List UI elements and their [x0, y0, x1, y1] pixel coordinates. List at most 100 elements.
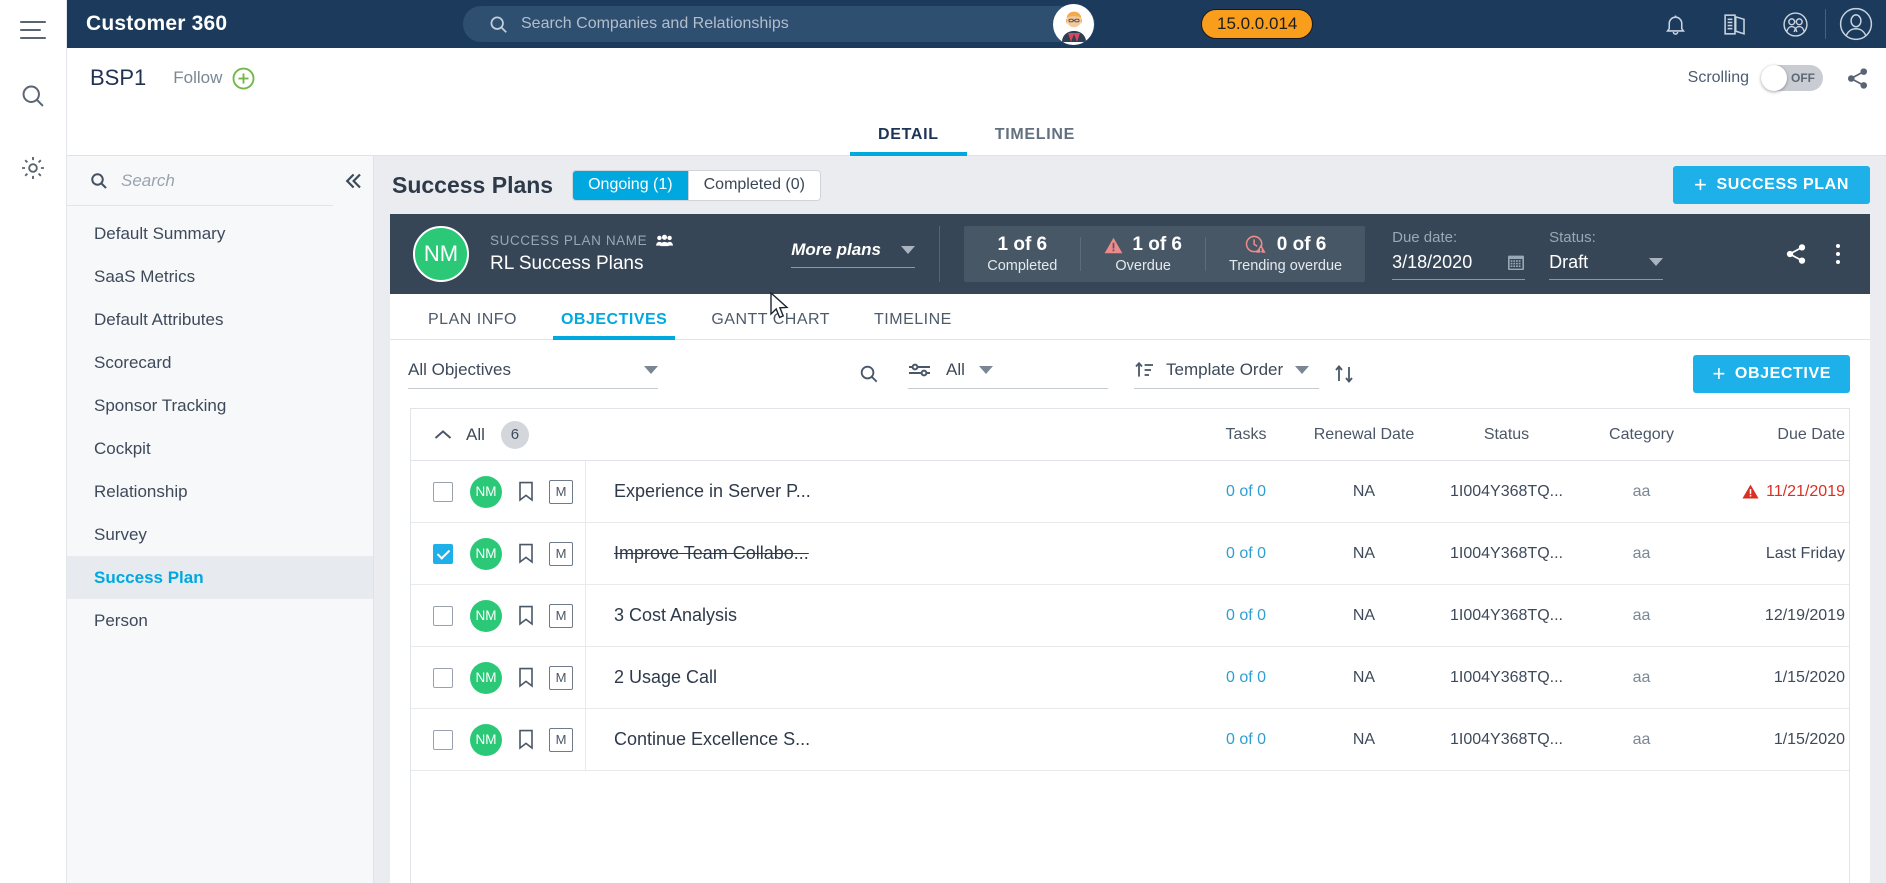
search-input[interactable]	[121, 170, 291, 191]
plan-name-block: SUCCESS PLAN NAME RL Success Plans	[490, 233, 674, 275]
sidebar-item-cockpit[interactable]: Cockpit	[67, 427, 373, 470]
sidebar-item-scorecard[interactable]: Scorecard	[67, 341, 373, 384]
column-header-tasks: Tasks	[1225, 425, 1267, 443]
row-avatar: NM	[470, 723, 502, 756]
row-checkbox[interactable]	[433, 481, 453, 502]
milestone-badge[interactable]: M	[549, 479, 573, 504]
table-row[interactable]: NM M 3 Cost Analysis 0 of 0 NA 1I004Y368…	[411, 584, 1849, 647]
table-row[interactable]: NM M Improve Team Collabo... 0 of 0 NA 1…	[411, 522, 1849, 585]
sidebar-item-success-plan[interactable]: Success Plan	[67, 556, 373, 599]
chevron-up-icon	[433, 428, 453, 442]
due-date-field[interactable]: 3/18/2020	[1392, 251, 1526, 280]
follow-label[interactable]: Follow	[173, 68, 222, 88]
notifications-button[interactable]	[1645, 12, 1705, 37]
plus-icon: +	[1693, 172, 1708, 197]
global-search-box[interactable]: Search Companies and Relationships	[463, 6, 1095, 42]
objective-name: Continue Excellence S...	[614, 729, 811, 749]
plus-circle-icon	[232, 67, 255, 89]
table-row[interactable]: NM M Continue Excellence S... 0 of 0 NA …	[411, 708, 1849, 771]
follow-add-button[interactable]	[231, 66, 256, 91]
objectives-filter-dropdown[interactable]: All	[908, 360, 1108, 389]
bookmark-icon[interactable]	[518, 481, 534, 502]
dot-icon	[1836, 260, 1840, 264]
objectives-scope-dropdown[interactable]: All Objectives	[408, 360, 658, 389]
bookmark-icon[interactable]	[518, 667, 534, 688]
icon-rail	[0, 0, 67, 883]
warning-triangle-icon	[1104, 237, 1123, 254]
rail-search-button[interactable]	[0, 60, 67, 132]
row-checkbox[interactable]	[433, 667, 453, 688]
cell-tasks[interactable]: 0 of 0	[1198, 607, 1294, 625]
add-objective-button[interactable]: + OBJECTIVE	[1693, 355, 1850, 393]
status-dropdown[interactable]: Draft	[1549, 252, 1664, 280]
tab-detail[interactable]: DETAIL	[849, 126, 967, 156]
objectives-sort-dropdown[interactable]: Template Order	[1134, 360, 1319, 389]
bookmark-icon[interactable]	[518, 605, 534, 626]
sidebar-item-default-attributes[interactable]: Default Attributes	[67, 298, 373, 341]
user-avatar-icon	[1839, 7, 1873, 41]
table-row[interactable]: NM M 2 Usage Call 0 of 0 NA 1I004Y368TQ.…	[411, 646, 1849, 709]
cell-due-date-value: 1/15/2020	[1773, 668, 1845, 686]
segment-ongoing[interactable]: Ongoing (1)	[573, 170, 688, 200]
milestone-badge[interactable]: M	[549, 603, 573, 628]
sidebar-item-saas-metrics[interactable]: SaaS Metrics	[67, 255, 373, 298]
tab-plan-info[interactable]: PLAN INFO	[406, 311, 539, 339]
sidebar-item-sponsor-tracking[interactable]: Sponsor Tracking	[67, 384, 373, 427]
cell-tasks[interactable]: 0 of 0	[1198, 545, 1294, 563]
cell-due-date-value: 12/19/2019	[1764, 606, 1845, 624]
milestone-badge[interactable]: M	[549, 727, 573, 752]
tab-timeline[interactable]: TIMELINE	[967, 126, 1103, 155]
menu-toggle-button[interactable]	[0, 0, 67, 60]
cell-due-date: Last Friday	[1704, 545, 1849, 563]
add-success-plan-button[interactable]: + SUCCESS PLAN	[1672, 166, 1870, 204]
segment-completed[interactable]: Completed (0)	[687, 170, 820, 200]
section-nav-items: Default Summary SaaS Metrics Default Att…	[67, 206, 373, 642]
share-button[interactable]	[1845, 66, 1870, 91]
cell-tasks[interactable]: 0 of 0	[1198, 669, 1294, 687]
collapse-sidebar-button[interactable]	[333, 156, 373, 206]
row-checkbox[interactable]	[433, 729, 453, 750]
share-plan-button[interactable]	[1770, 242, 1822, 266]
rail-settings-button[interactable]	[0, 132, 67, 204]
chevron-down-icon	[1295, 365, 1310, 374]
bookmark-icon[interactable]	[518, 543, 534, 564]
sidebar-item-survey[interactable]: Survey	[67, 513, 373, 556]
row-checkbox[interactable]	[433, 605, 453, 626]
sidebar-item-relationship[interactable]: Relationship	[67, 470, 373, 513]
clock-warning-icon	[1245, 235, 1268, 255]
bookmark-icon[interactable]	[518, 729, 534, 750]
objective-name: Experience in Server P...	[614, 481, 811, 501]
plan-more-options-button[interactable]	[1822, 244, 1854, 264]
tab-gantt-chart[interactable]: GANTT CHART	[689, 311, 852, 339]
group-toggle[interactable]: All 6	[411, 420, 586, 449]
tab-objectives[interactable]: OBJECTIVES	[539, 311, 689, 340]
sidebar-item-person[interactable]: Person	[67, 599, 373, 642]
avatar[interactable]	[1053, 3, 1094, 45]
objectives-scope-value: All Objectives	[408, 359, 511, 379]
cell-renewal-date: NA	[1352, 544, 1376, 562]
milestone-badge[interactable]: M	[549, 541, 573, 566]
milestone-badge[interactable]: M	[549, 665, 573, 690]
sort-direction-button[interactable]	[1333, 363, 1355, 385]
sidebar-item-default-summary[interactable]: Default Summary	[67, 212, 373, 255]
more-plans-dropdown[interactable]: More plans	[791, 240, 916, 268]
app-title: Customer 360	[86, 12, 228, 35]
table-row[interactable]: NM M Experience in Server P... 0 of 0 NA…	[411, 460, 1849, 523]
stat-overdue-label: Overdue	[1115, 258, 1171, 274]
row-checkbox[interactable]	[433, 543, 453, 564]
community-button[interactable]	[1765, 11, 1825, 38]
app-root: Customer 360 Search Companies and Relati…	[0, 0, 1886, 883]
cell-tasks[interactable]: 0 of 0	[1198, 731, 1294, 749]
cell-due-date: 12/19/2019	[1704, 607, 1849, 625]
cell-tasks[interactable]: 0 of 0	[1198, 483, 1294, 501]
cell-category: aa	[1632, 668, 1651, 686]
cell-status: 1I004Y368TQ...	[1450, 482, 1563, 500]
scrolling-toggle[interactable]: OFF	[1761, 65, 1823, 91]
knowledge-center-button[interactable]	[1705, 12, 1765, 37]
tab-plan-timeline[interactable]: TIMELINE	[852, 311, 974, 339]
due-date-value: 3/18/2020	[1392, 251, 1473, 272]
objectives-sort-value: Template Order	[1166, 359, 1284, 379]
objectives-search-button[interactable]	[858, 363, 880, 385]
user-menu-button[interactable]	[1826, 7, 1886, 41]
calendar-icon	[1507, 253, 1525, 271]
